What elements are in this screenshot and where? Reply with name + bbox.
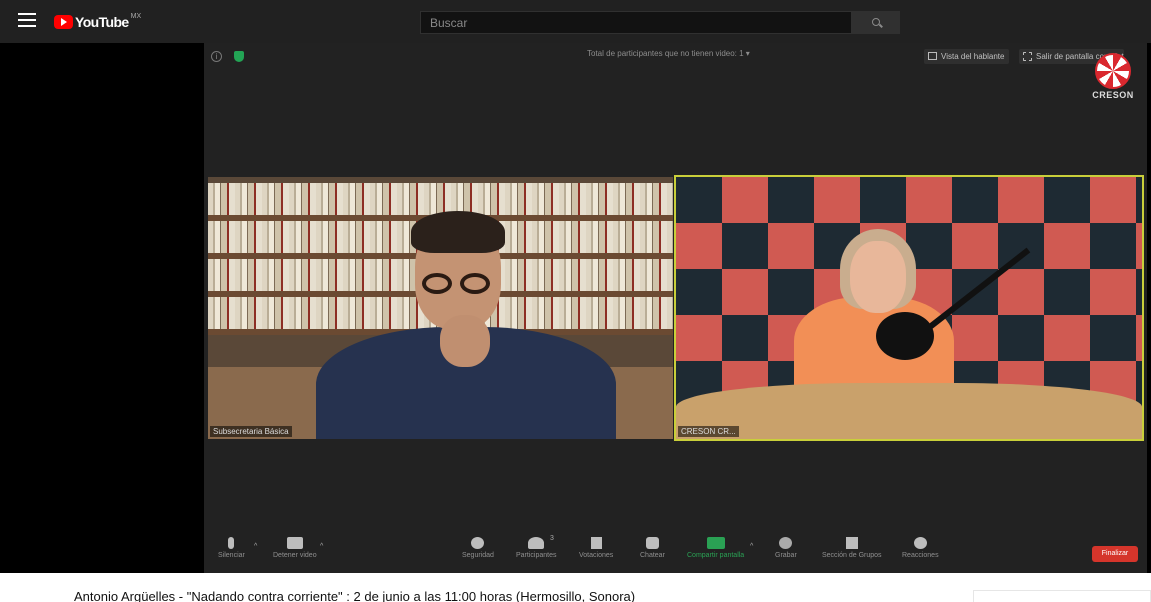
reactions-control: Reacciones (902, 537, 939, 559)
share-screen-label: Compartir pantalla (687, 552, 745, 559)
zoom-control-bar: Silenciar ^ Detener video ^ Seguridad Pa… (204, 533, 1147, 573)
creson-logo: CRESON (1092, 53, 1134, 108)
security-control: Seguridad (462, 537, 494, 559)
share-screen-icon (706, 537, 725, 549)
end-meeting-button: Finalizar (1092, 546, 1138, 562)
camera-icon (286, 537, 303, 549)
creson-logo-text: CRESON (1092, 90, 1134, 100)
microphone-icon (228, 537, 235, 549)
stop-video-label: Detener video (273, 552, 317, 559)
bookshelf-row (208, 183, 673, 215)
youtube-header: YouTube MX (0, 0, 1151, 43)
video-title: Antonio Argüelles - "Nadando contra corr… (74, 589, 636, 602)
participant-hair (411, 211, 505, 253)
record-control: Grabar (775, 537, 797, 559)
participant-hand (440, 315, 490, 367)
participant-name-label: CRESON CR... (678, 426, 739, 437)
record-label: Grabar (775, 552, 797, 559)
participants-without-video-note: Total de participantes que no tienen vid… (587, 49, 750, 58)
participants-count: 3 (550, 535, 554, 542)
mute-label: Silenciar (218, 552, 245, 559)
exit-fullscreen-icon (1023, 52, 1032, 61)
glasses (422, 273, 498, 295)
participants-icon (528, 537, 545, 549)
chevron-up-icon: ^ (320, 543, 324, 550)
participant-tile: Subsecretaria Básica (208, 177, 673, 439)
chevron-down-icon: ▾ (745, 49, 750, 58)
participant-head (850, 241, 906, 313)
sidebar-card (973, 590, 1151, 602)
chevron-up-icon: ^ (254, 543, 258, 550)
chat-control: Chatear (640, 537, 665, 559)
youtube-wordmark: YouTube (75, 14, 129, 30)
youtube-logo[interactable]: YouTube MX (54, 12, 141, 32)
share-screen-control: Compartir pantalla (687, 537, 744, 559)
speaker-view-button: Vista del hablante (924, 49, 1010, 64)
encryption-shield-icon (234, 51, 244, 62)
participant-name-label: Subsecretaria Básica (210, 426, 292, 437)
below-player-area: Antonio Argüelles - "Nadando contra corr… (0, 573, 1151, 602)
country-code: MX (130, 13, 142, 20)
chevron-up-icon: ^ (750, 543, 754, 550)
chat-icon (645, 537, 659, 549)
creson-logo-mark (1095, 53, 1131, 89)
desk (676, 383, 1142, 439)
menu-icon[interactable] (18, 13, 36, 29)
zoom-top-bar: i Total de participantes que no tienen v… (204, 43, 1147, 100)
speaker-view-label: Vista del hablante (941, 52, 1005, 61)
grid-view-icon (928, 52, 937, 60)
security-label: Seguridad (462, 552, 494, 559)
record-icon (779, 537, 793, 549)
reactions-label: Reacciones (902, 552, 939, 559)
youtube-play-icon (54, 15, 73, 29)
info-icon: i (211, 51, 222, 62)
search-icon (872, 18, 880, 26)
microphone (876, 312, 934, 360)
youtube-page: YouTube MX i Total de participantes que … (0, 0, 1151, 602)
polls-label: Votaciones (579, 552, 614, 559)
breakout-rooms-control: Sección de Grupos (822, 537, 882, 559)
breakout-rooms-label: Sección de Grupos (822, 552, 882, 559)
bar-chart-icon (590, 537, 602, 549)
polls-control: Votaciones (579, 537, 613, 559)
search-input[interactable] (420, 11, 852, 34)
video-player[interactable]: i Total de participantes que no tienen v… (204, 43, 1147, 573)
chat-label: Chatear (640, 552, 665, 559)
emoji-icon (913, 537, 927, 549)
shield-icon (471, 537, 485, 549)
mute-control: Silenciar (218, 537, 245, 559)
search-button[interactable] (852, 11, 900, 34)
active-speaker-tile: CRESON CR... (674, 175, 1144, 441)
grid-icon (845, 537, 858, 549)
participants-note-text: Total de participantes que no tienen vid… (587, 49, 744, 58)
participants-label: Participantes (516, 552, 557, 559)
stop-video-control: Detener video (273, 537, 317, 559)
